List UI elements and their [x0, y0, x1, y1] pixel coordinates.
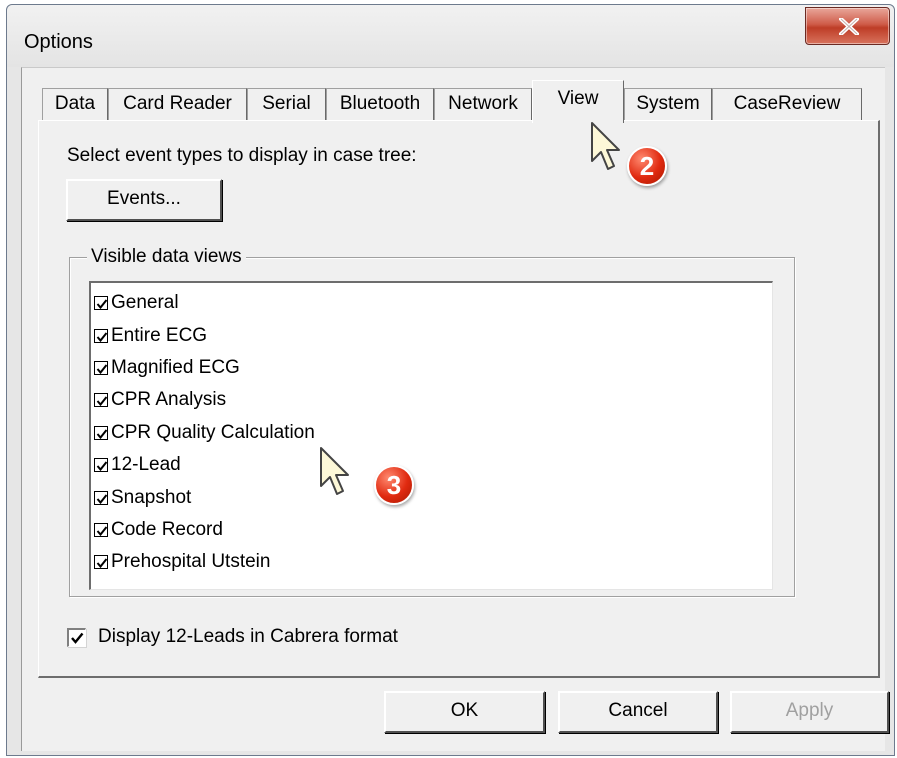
data-view-checkbox[interactable]: [94, 328, 108, 343]
dialog-client-area: Data Card Reader Serial Bluetooth Networ…: [21, 67, 889, 751]
checkmark-icon: [96, 526, 108, 536]
checkmark-icon: [96, 493, 108, 504]
checkmark-icon: [96, 299, 108, 310]
list-item[interactable]: Snapshot: [94, 481, 772, 513]
event-types-label: Select event types to display in case tr…: [67, 145, 417, 166]
options-dialog: Options Data Card Reader Serial Bluetoot…: [6, 4, 895, 756]
cabrera-label: Display 12-Leads in Cabrera format: [98, 626, 398, 647]
tab-bar: Data Card Reader Serial Bluetooth Networ…: [22, 68, 886, 128]
tab-casereview[interactable]: CaseReview: [712, 88, 862, 120]
title-bar[interactable]: Options: [7, 5, 894, 67]
list-item[interactable]: CPR Analysis: [94, 384, 772, 416]
data-view-label: Prehospital Utstein: [111, 551, 271, 573]
tab-system[interactable]: System: [624, 88, 712, 120]
tab-bluetooth[interactable]: Bluetooth: [326, 88, 434, 120]
list-item[interactable]: Entire ECG: [94, 319, 772, 351]
ok-button[interactable]: OK: [384, 691, 545, 733]
data-view-label: Magnified ECG: [111, 356, 240, 378]
list-item[interactable]: Prehospital Utstein: [94, 546, 772, 578]
cabrera-checkbox[interactable]: [67, 627, 86, 647]
data-view-label: Code Record: [111, 518, 223, 540]
data-view-checkbox[interactable]: [94, 555, 108, 570]
tab-network[interactable]: Network: [434, 88, 532, 120]
data-view-checkbox[interactable]: [94, 360, 108, 375]
checkmark-icon: [96, 429, 108, 439]
tab-card-reader[interactable]: Card Reader: [108, 88, 247, 120]
window-title: Options: [24, 31, 93, 53]
close-icon: [839, 18, 859, 35]
mouse-cursor-icon: [591, 122, 620, 170]
data-view-checkbox[interactable]: [94, 522, 108, 537]
cancel-button[interactable]: Cancel: [558, 691, 718, 733]
data-view-checkbox[interactable]: [94, 393, 108, 408]
list-item[interactable]: CPR Quality Calculation: [94, 417, 772, 449]
data-view-label: Snapshot: [111, 486, 192, 508]
mouse-cursor-icon: [320, 447, 349, 495]
apply-button[interactable]: Apply: [730, 691, 889, 733]
checkmark-icon: [71, 632, 84, 644]
data-view-label: CPR Quality Calculation: [111, 421, 315, 443]
view-tab-panel: Select event types to display in case tr…: [38, 120, 880, 678]
data-view-checkbox[interactable]: [94, 490, 108, 505]
checkmark-icon: [96, 461, 108, 472]
step-2-badge: 2: [627, 146, 667, 186]
list-item[interactable]: 12-Lead: [94, 449, 772, 481]
data-view-checkbox[interactable]: [94, 458, 108, 473]
list-item[interactable]: General: [94, 287, 772, 319]
list-item[interactable]: Magnified ECG: [94, 352, 772, 384]
events-button[interactable]: Events...: [66, 179, 222, 221]
data-view-checkbox[interactable]: [94, 425, 108, 440]
data-view-label: Entire ECG: [111, 324, 208, 346]
data-views-list[interactable]: General Entire ECG Magnified ECG CPR Analys…: [89, 281, 773, 590]
tab-view[interactable]: View: [532, 80, 624, 123]
data-view-checkbox[interactable]: [94, 296, 108, 311]
data-view-label: General: [111, 292, 179, 314]
cabrera-option[interactable]: Display 12-Leads in Cabrera format: [67, 626, 398, 648]
list-item[interactable]: Code Record: [94, 514, 772, 546]
checkmark-icon: [96, 364, 108, 375]
checkmark-icon: [96, 331, 108, 342]
checkmark-icon: [96, 396, 108, 407]
visible-data-views-label: Visible data views: [87, 246, 246, 268]
data-view-label: CPR Analysis: [111, 389, 227, 411]
close-button[interactable]: [805, 7, 890, 45]
tab-data[interactable]: Data: [42, 88, 108, 120]
tab-serial[interactable]: Serial: [247, 88, 326, 120]
checkmark-icon: [96, 558, 108, 569]
data-view-label: 12-Lead: [111, 454, 181, 476]
step-3-badge: 3: [374, 465, 414, 505]
